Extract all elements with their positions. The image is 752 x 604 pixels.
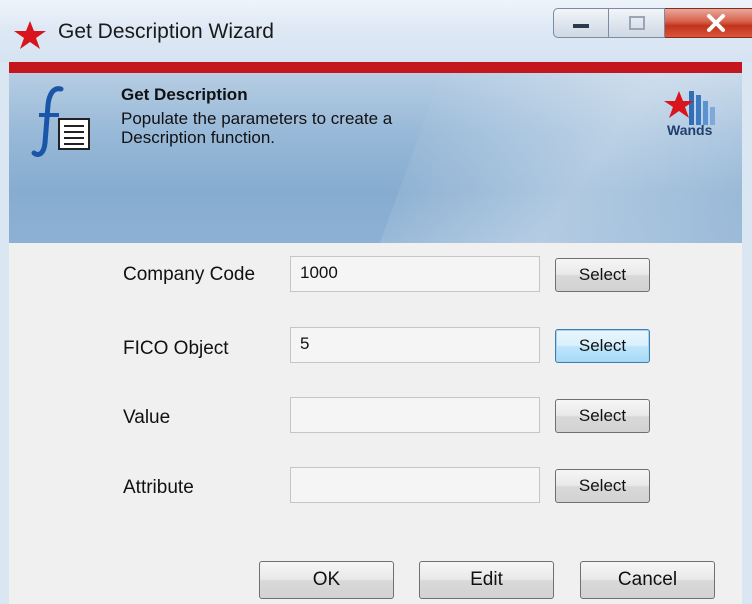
title-bar[interactable]: Get Description Wizard xyxy=(0,0,752,62)
header-title: Get Description xyxy=(121,85,248,104)
header-banner: Get Description Populate the parameters … xyxy=(9,73,742,243)
window-title: Get Description Wizard xyxy=(58,20,274,43)
header-accent-line xyxy=(9,62,742,73)
wands-logo-icon: Wands xyxy=(664,91,715,138)
header-description: Populate the parameters to create a Desc… xyxy=(121,109,393,147)
company-code-label: Company Code xyxy=(123,264,256,285)
attribute-field[interactable] xyxy=(290,467,540,503)
attribute-select-button[interactable]: Select xyxy=(555,469,650,503)
maximize-button[interactable] xyxy=(609,8,665,38)
maximize-icon xyxy=(628,16,645,30)
fico-object-select-button[interactable]: Select xyxy=(555,329,650,363)
ok-button[interactable]: OK xyxy=(259,561,394,599)
fico-object-field[interactable]: 5 xyxy=(290,327,540,363)
close-button[interactable] xyxy=(665,8,752,38)
minimize-button[interactable] xyxy=(553,8,609,38)
logo-text: Wands xyxy=(667,122,713,138)
window-controls xyxy=(553,8,752,38)
minimize-icon xyxy=(573,24,589,28)
cancel-button[interactable]: Cancel xyxy=(580,561,715,599)
company-code-select-button[interactable]: Select xyxy=(555,258,650,292)
wands-star-icon xyxy=(14,21,46,49)
company-code-field[interactable]: 1000 xyxy=(290,256,540,292)
fico-object-label: FICO Object xyxy=(123,338,229,359)
edit-button[interactable]: Edit xyxy=(419,561,554,599)
value-label: Value xyxy=(123,407,171,428)
value-field[interactable] xyxy=(290,397,540,433)
value-select-button[interactable]: Select xyxy=(555,399,650,433)
function-document-icon xyxy=(31,86,90,157)
attribute-label: Attribute xyxy=(123,477,194,498)
window-border-right xyxy=(742,62,752,604)
close-icon xyxy=(706,14,725,32)
window-border-left xyxy=(0,62,9,604)
